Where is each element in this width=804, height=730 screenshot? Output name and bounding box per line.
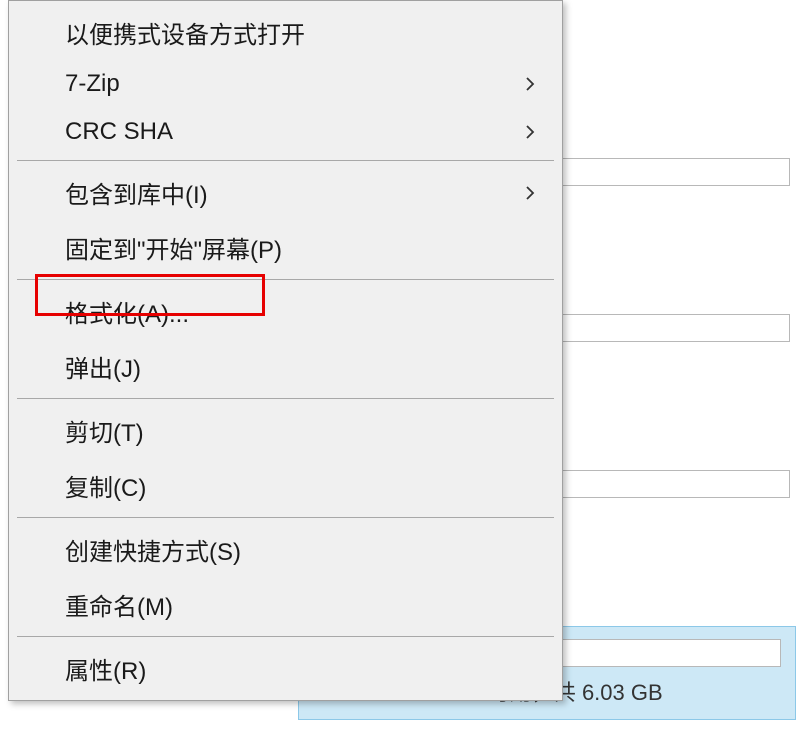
menu-separator — [17, 636, 554, 637]
menu-item-open-portable[interactable]: 以便携式设备方式打开 — [9, 5, 562, 60]
menu-separator — [17, 279, 554, 280]
menu-label: 创建快捷方式(S) — [65, 532, 538, 567]
menu-item-create-shortcut[interactable]: 创建快捷方式(S) — [9, 522, 562, 577]
menu-label: 属性(R) — [65, 651, 538, 686]
menu-label: 复制(C) — [65, 468, 538, 503]
chevron-right-icon — [522, 124, 538, 140]
menu-item-pin-start[interactable]: 固定到"开始"屏幕(P) — [9, 220, 562, 275]
menu-item-cut[interactable]: 剪切(T) — [9, 403, 562, 458]
menu-item-include-library[interactable]: 包含到库中(I) — [9, 165, 562, 220]
menu-label: 剪切(T) — [65, 413, 538, 448]
chevron-right-icon — [522, 185, 538, 201]
menu-item-properties[interactable]: 属性(R) — [9, 641, 562, 696]
menu-item-crc-sha[interactable]: CRC SHA — [9, 108, 562, 156]
chevron-right-icon — [522, 76, 538, 92]
menu-item-rename[interactable]: 重命名(M) — [9, 577, 562, 632]
menu-label: 7-Zip — [65, 70, 522, 98]
menu-label: 固定到"开始"屏幕(P) — [65, 230, 538, 265]
menu-label: 弹出(J) — [65, 349, 538, 384]
menu-label: 重命名(M) — [65, 587, 538, 622]
menu-label: CRC SHA — [65, 118, 522, 146]
menu-separator — [17, 517, 554, 518]
menu-item-copy[interactable]: 复制(C) — [9, 458, 562, 513]
menu-separator — [17, 160, 554, 161]
menu-label: 以便携式设备方式打开 — [65, 15, 538, 50]
menu-item-format[interactable]: 格式化(A)... — [9, 284, 562, 339]
menu-separator — [17, 398, 554, 399]
menu-label: 格式化(A)... — [65, 294, 538, 329]
menu-label: 包含到库中(I) — [65, 175, 522, 210]
menu-item-7zip[interactable]: 7-Zip — [9, 60, 562, 108]
menu-item-eject[interactable]: 弹出(J) — [9, 339, 562, 394]
context-menu: 以便携式设备方式打开 7-Zip CRC SHA 包含到库中(I) 固定到"开始… — [8, 0, 563, 701]
